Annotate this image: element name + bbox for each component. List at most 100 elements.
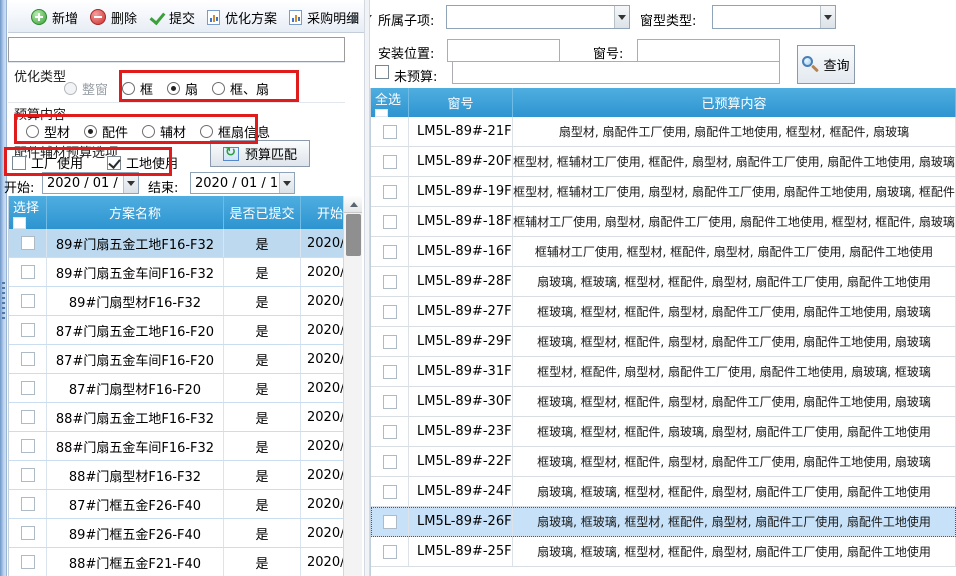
row-checkbox[interactable] (21, 381, 35, 395)
window-row[interactable]: LM5L-89#-27F25 框玻璃, 框型材, 框配件, 扇型材, 扇配件工厂… (371, 297, 956, 327)
end-date-picker[interactable]: 2020 / 01 / 13 (190, 172, 295, 194)
row-checkbox[interactable] (21, 265, 35, 279)
row-checkbox[interactable] (21, 410, 35, 424)
radio-option[interactable]: 型材 (26, 122, 70, 141)
toolbar-button[interactable]: 提交 (144, 5, 200, 30)
start-column-header[interactable]: 开始 (301, 196, 344, 229)
window-row[interactable]: LM5L-89#-22F20 框玻璃, 框型材, 框配件, 扇型材, 扇配件工厂… (371, 447, 956, 477)
plan-name-cell: 87#门框五金F26-F40 (47, 490, 224, 518)
row-checkbox[interactable] (383, 275, 397, 289)
splitter-grip[interactable] (2, 282, 5, 320)
budget-match-button[interactable]: 预算匹配 (210, 140, 310, 167)
window-row[interactable]: LM5L-89#-25F23 扇玻璃, 框玻璃, 框型材, 框配件, 扇型材, … (371, 537, 956, 567)
window-row[interactable]: LM5L-89#-26F24 扇玻璃, 框玻璃, 框型材, 框配件, 扇型材, … (371, 507, 956, 537)
budgeted-content-column-header[interactable]: 已预算内容 (513, 88, 956, 117)
row-checkbox[interactable] (383, 245, 397, 259)
radio-option[interactable]: 扇 (167, 79, 198, 98)
plan-row[interactable]: 88#门扇型材F16-F32 是 2020/0 (9, 461, 344, 490)
window-row[interactable]: LM5L-89#-20F18 框型材, 框辅材工厂使用, 框配件, 扇型材, 扇… (371, 147, 956, 177)
row-checkbox[interactable] (21, 439, 35, 453)
row-checkbox[interactable] (383, 335, 397, 349)
row-checkbox[interactable] (383, 215, 397, 229)
window-row[interactable]: LM5L-89#-18F16 框辅材工厂使用, 扇型材, 扇配件工厂使用, 扇配… (371, 207, 956, 237)
window-type-combobox[interactable] (712, 5, 836, 29)
window-no-input[interactable] (637, 39, 780, 62)
window-row[interactable]: LM5L-89#-21F19 扇型材, 扇配件工厂使用, 扇配件工地使用, 框型… (371, 117, 956, 147)
end-date-dropdown-button[interactable] (279, 173, 294, 193)
window-no-column-header[interactable]: 窗号 (409, 88, 513, 117)
window-row[interactable]: LM5L-89#-19F17 框型材, 框辅材工厂使用, 扇型材, 扇配件工厂使… (371, 177, 956, 207)
toolbar-overflow-button[interactable] (346, 9, 361, 29)
window-row[interactable]: LM5L-89#-28F26 扇玻璃, 框玻璃, 框型材, 框配件, 扇型材, … (371, 267, 956, 297)
toolbar-button[interactable]: 删除 (85, 5, 142, 30)
row-checkbox[interactable] (21, 497, 35, 511)
start-date-picker[interactable]: 2020 / 01 / 1 (42, 172, 139, 194)
no-budget-checkbox[interactable] (375, 65, 389, 79)
row-checkbox[interactable] (21, 555, 35, 569)
plan-row[interactable]: 89#门扇五金工地F16-F32 是 2020/0 (9, 229, 344, 258)
row-checkbox[interactable] (383, 545, 397, 559)
plan-row[interactable]: 89#门框五金F26-F40 是 2020/0 (9, 519, 344, 548)
row-checkbox[interactable] (383, 125, 397, 139)
row-checkbox[interactable] (21, 294, 35, 308)
sub-item-dropdown-button[interactable] (614, 6, 629, 28)
submitted-column-header[interactable]: 是否已提交 (224, 196, 301, 229)
plan-row[interactable]: 87#门扇五金车间F16-F20 是 2020/0 (9, 345, 344, 374)
name-column-header[interactable]: 方案名称 (47, 196, 224, 229)
row-checkbox[interactable] (21, 526, 35, 540)
select-all-checkbox[interactable] (375, 109, 388, 117)
plan-table-scrollbar[interactable] (343, 196, 362, 576)
divider (8, 62, 345, 63)
toolbar-button[interactable]: 新增 (26, 5, 83, 30)
row-checkbox[interactable] (383, 155, 397, 169)
row-checkbox[interactable] (383, 395, 397, 409)
window-no-label: 窗号: (593, 43, 623, 62)
radio-option[interactable]: 配件 (84, 122, 128, 141)
plan-row[interactable]: 87#门框五金F26-F40 是 2020/0 (9, 490, 344, 519)
row-checkbox[interactable] (21, 468, 35, 482)
row-checkbox[interactable] (383, 305, 397, 319)
row-checkbox[interactable] (383, 425, 397, 439)
row-checkbox[interactable] (383, 185, 397, 199)
row-checkbox[interactable] (21, 352, 35, 366)
plan-row[interactable]: 89#门扇型材F16-F32 是 2020/0 (9, 287, 344, 316)
checkbox-option[interactable]: 工厂使用 (12, 153, 83, 172)
scroll-up-button[interactable] (344, 196, 362, 213)
install-pos-input[interactable] (447, 39, 560, 62)
plan-filter-input[interactable] (8, 37, 345, 62)
select-all-checkbox[interactable] (13, 217, 26, 229)
window-type-dropdown-button[interactable] (820, 6, 835, 28)
plan-row[interactable]: 87#门扇五金工地F16-F20 是 2020/0 (9, 316, 344, 345)
plan-row[interactable]: 88#门扇五金车间F16-F32 是 2020/0 (9, 432, 344, 461)
plan-row[interactable]: 88#门框五金F21-F40 是 2020/0 (9, 548, 344, 576)
window-row[interactable]: LM5L-89#-30F28 框玻璃, 框型材, 框配件, 扇型材, 扇配件工厂… (371, 387, 956, 417)
radio-option[interactable]: 框 (122, 79, 153, 98)
row-checkbox[interactable] (383, 365, 397, 379)
radio-icon (212, 82, 225, 95)
toolbar-button[interactable]: 优化方案 (202, 5, 282, 30)
row-checkbox[interactable] (21, 236, 35, 250)
no-budget-input[interactable] (452, 61, 780, 84)
window-row[interactable]: LM5L-89#-23F21 框玻璃, 框型材, 框配件, 扇玻璃, 扇型材, … (371, 417, 956, 447)
window-row[interactable]: LM5L-89#-29F27 框玻璃, 框型材, 框配件, 扇型材, 扇配件工厂… (371, 327, 956, 357)
window-row[interactable]: LM5L-89#-16F15 框辅材工厂使用, 框型材, 框配件, 扇型材, 扇… (371, 237, 956, 267)
window-row[interactable]: LM5L-89#-24F22 扇玻璃, 框玻璃, 框型材, 框配件, 扇型材, … (371, 477, 956, 507)
scrollbar-thumb[interactable] (346, 214, 361, 256)
collapsed-side-panel[interactable] (0, 0, 7, 576)
radio-option[interactable]: 框、扇 (212, 79, 269, 98)
row-checkbox[interactable] (383, 485, 397, 499)
row-checkbox[interactable] (21, 323, 35, 337)
start-date-dropdown-button[interactable] (123, 173, 138, 193)
checkbox-option[interactable]: 工地使用 (107, 153, 178, 172)
radio-option[interactable]: 整窗 (64, 79, 108, 98)
row-checkbox[interactable] (383, 455, 397, 469)
query-button[interactable]: 查询 (797, 45, 855, 84)
sub-item-combobox[interactable] (446, 5, 630, 29)
radio-option[interactable]: 辅材 (142, 122, 186, 141)
plan-row[interactable]: 89#门扇五金车间F16-F32 是 2020/0 (9, 258, 344, 287)
plan-row[interactable]: 87#门扇型材F16-F20 是 2020/0 (9, 374, 344, 403)
row-checkbox[interactable] (383, 515, 397, 529)
window-row[interactable]: LM5L-89#-31F29 框型材, 框配件, 扇型材, 扇配件工厂使用, 扇… (371, 357, 956, 387)
plan-row[interactable]: 88#门扇五金工地F16-F32 是 2020/0 (9, 403, 344, 432)
radio-option[interactable]: 框扇信息 (200, 122, 270, 141)
